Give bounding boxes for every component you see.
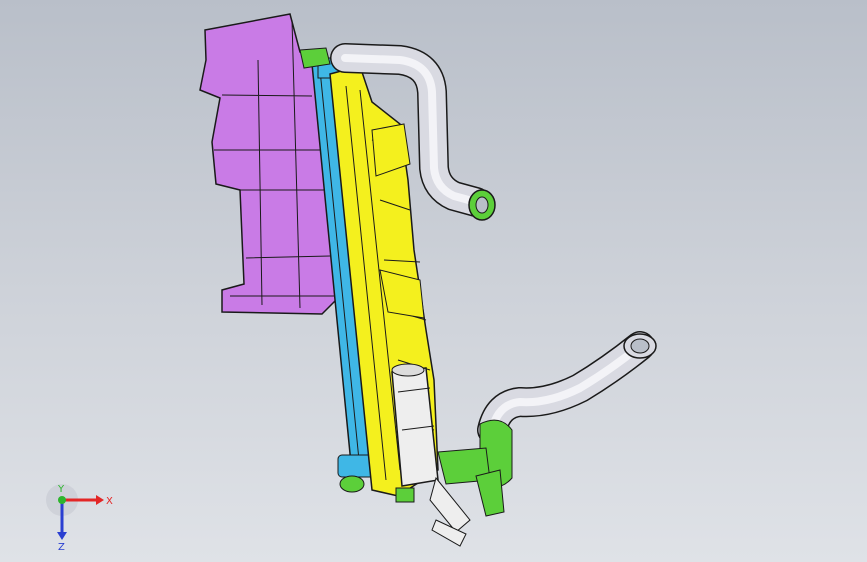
y-axis-label: Y [57,484,65,495]
lower-hose-part[interactable] [429,331,657,547]
triad-graphic: X Y Z [46,484,113,553]
cad-model-view[interactable] [0,0,867,562]
reference-triad: X Y Z [40,480,120,553]
z-axis-arrowhead [57,532,67,540]
x-axis-arrowhead [96,495,104,505]
y-axis-dot [58,496,66,504]
x-axis-label: X [106,496,113,507]
graphics-viewport[interactable]: X Y Z [0,0,867,562]
z-axis-label: Z [58,542,65,550]
